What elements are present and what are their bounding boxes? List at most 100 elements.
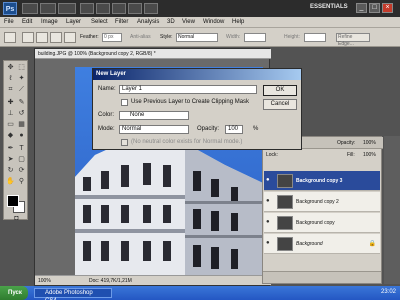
eraser-tool-icon[interactable]: ▭ — [6, 121, 15, 129]
layer-name: Background copy 2 — [296, 199, 339, 205]
height-label: Height: — [284, 34, 300, 40]
magic-wand-tool-icon[interactable]: ✦ — [17, 75, 26, 83]
clipping-mask-label: Use Previous Layer to Create Clipping Ma… — [131, 99, 250, 105]
photoshop-taskbar-button[interactable]: Adobe Photoshop CS4... — [34, 288, 112, 300]
fill-value[interactable]: 100% — [363, 152, 376, 158]
3d-rotate-tool-icon[interactable]: ↻ — [6, 167, 15, 175]
zoom-level-button[interactable] — [58, 3, 76, 14]
opacity-unit: % — [253, 126, 259, 132]
hand-tool-button[interactable] — [80, 3, 94, 14]
marquee-preset-icon[interactable] — [4, 32, 16, 43]
shape-tool-icon[interactable]: ▢ — [17, 156, 26, 164]
mini-bridge-button[interactable] — [40, 3, 56, 14]
width-input[interactable] — [244, 33, 266, 42]
tools-panel: ✥ ⬚ ℓ ✦ ⌗ ⟋ ✚ ✎ ⊥ ↺ ▭ ▦ ◆ ● ✒ T ➤ ▢ ↻ ⟳ … — [3, 60, 28, 223]
layer-row[interactable]: ● Background copy — [264, 213, 380, 233]
color-select[interactable]: None — [119, 111, 189, 120]
zoom-tool-button[interactable] — [96, 3, 110, 14]
layer-name: Background — [296, 241, 323, 247]
pen-tool-icon[interactable]: ✒ — [6, 145, 15, 153]
quick-mask-icon[interactable]: ◘ — [12, 215, 21, 223]
dodge-tool-icon[interactable]: ● — [17, 132, 26, 140]
feather-label: Feather: — [80, 34, 99, 40]
clone-stamp-tool-icon[interactable]: ⊥ — [6, 110, 15, 118]
options-bar: Feather: 0 px Anti-alias Style: Normal W… — [0, 28, 400, 47]
color-label: Color: — [98, 112, 115, 118]
3d-orbit-tool-icon[interactable]: ⟳ — [17, 167, 26, 175]
path-selection-tool-icon[interactable]: ➤ — [6, 156, 15, 164]
layers-panel: Opacity: 100% Lock: Fill: 100% ● Backgro… — [262, 136, 383, 284]
gradient-tool-icon[interactable]: ▦ — [17, 121, 26, 129]
opacity-input[interactable]: 100 — [225, 125, 243, 134]
add-selection-icon[interactable] — [36, 32, 48, 43]
visibility-eye-icon[interactable]: ● — [266, 240, 273, 247]
minimize-button[interactable]: _ — [356, 3, 367, 13]
menu-image[interactable]: Image — [41, 19, 58, 25]
history-brush-tool-icon[interactable]: ↺ — [17, 110, 26, 118]
menu-file[interactable]: File — [4, 19, 14, 25]
opacity-label: Opacity: — [197, 126, 220, 132]
clipping-mask-checkbox[interactable] — [121, 99, 128, 106]
menu-edit[interactable]: Edit — [22, 19, 32, 25]
menu-select[interactable]: Select — [91, 19, 108, 25]
menu-filter[interactable]: Filter — [115, 19, 128, 25]
crop-tool-icon[interactable]: ⌗ — [6, 86, 15, 94]
workspace-switcher[interactable]: ESSENTIALS — [310, 4, 348, 10]
foreground-color-swatch[interactable] — [7, 195, 19, 207]
width-label: Width: — [226, 34, 241, 40]
antialias-checkbox-label[interactable]: Anti-alias — [130, 34, 151, 40]
visibility-eye-icon[interactable]: ● — [266, 177, 273, 184]
menu-bar: File Edit Image Layer Select Filter Anal… — [0, 17, 400, 28]
zoom-readout[interactable]: 100% — [38, 278, 51, 284]
menu-3d[interactable]: 3D — [167, 19, 175, 25]
maximize-button[interactable]: □ — [369, 3, 380, 13]
layer-row[interactable]: ● Background copy 3 — [264, 171, 380, 191]
layer-thumbnail — [277, 195, 293, 209]
document-size-readout[interactable]: Doc: 419,7K/1,21M — [89, 278, 132, 284]
marquee-tool-icon[interactable]: ⬚ — [17, 64, 26, 72]
intersect-selection-icon[interactable] — [64, 32, 76, 43]
rotate-view-button[interactable] — [112, 3, 126, 14]
start-button[interactable]: Пуск — [0, 286, 28, 300]
document-tab[interactable]: building.JPG @ 100% (Background copy 2, … — [35, 49, 271, 59]
bridge-launch-button[interactable] — [22, 3, 38, 14]
layer-name-input[interactable]: Layer 1 — [119, 85, 257, 94]
document-title: building.JPG @ 100% (Background copy 2, … — [38, 51, 156, 57]
feather-input[interactable]: 0 px — [102, 33, 122, 42]
menu-window[interactable]: Window — [203, 19, 224, 25]
visibility-eye-icon[interactable]: ● — [266, 198, 273, 205]
layer-thumbnail — [277, 174, 293, 188]
mode-label: Mode: — [98, 126, 115, 132]
refine-edge-button[interactable]: Refine Edge... — [336, 33, 370, 47]
close-button[interactable]: × — [382, 3, 393, 13]
healing-brush-tool-icon[interactable]: ✚ — [6, 99, 15, 107]
eyedropper-tool-icon[interactable]: ⟋ — [17, 86, 26, 94]
menu-analysis[interactable]: Analysis — [137, 19, 159, 25]
hand-tool-icon[interactable]: ✋ — [6, 178, 15, 186]
ok-button[interactable]: OK — [263, 85, 297, 96]
style-select[interactable]: Normal — [176, 33, 218, 42]
layer-row[interactable]: ● Background copy 2 — [264, 192, 380, 212]
menu-help[interactable]: Help — [232, 19, 244, 25]
mode-select[interactable]: Normal — [119, 125, 189, 134]
dialog-title: New Layer — [96, 71, 127, 77]
lasso-tool-icon[interactable]: ℓ — [6, 75, 15, 83]
new-selection-icon[interactable] — [22, 32, 34, 43]
zoom-tool-icon[interactable]: ⚲ — [17, 178, 26, 186]
dialog-title-bar[interactable]: New Layer — [93, 69, 301, 80]
brush-tool-icon[interactable]: ✎ — [17, 99, 26, 107]
arrange-documents-button[interactable] — [128, 3, 142, 14]
subtract-selection-icon[interactable] — [50, 32, 62, 43]
menu-view[interactable]: View — [182, 19, 195, 25]
layer-opacity-value[interactable]: 100% — [363, 140, 376, 146]
blur-tool-icon[interactable]: ◆ — [6, 132, 15, 140]
neutral-color-checkbox[interactable] — [121, 139, 128, 146]
height-input[interactable] — [304, 33, 326, 42]
menu-layer[interactable]: Layer — [66, 19, 81, 25]
type-tool-icon[interactable]: T — [17, 145, 26, 153]
move-tool-icon[interactable]: ✥ — [6, 64, 15, 72]
layer-row[interactable]: ● Background 🔒 — [264, 234, 380, 254]
visibility-eye-icon[interactable]: ● — [266, 219, 273, 226]
screen-mode-button[interactable] — [144, 3, 158, 14]
cancel-button[interactable]: Cancel — [263, 99, 297, 110]
